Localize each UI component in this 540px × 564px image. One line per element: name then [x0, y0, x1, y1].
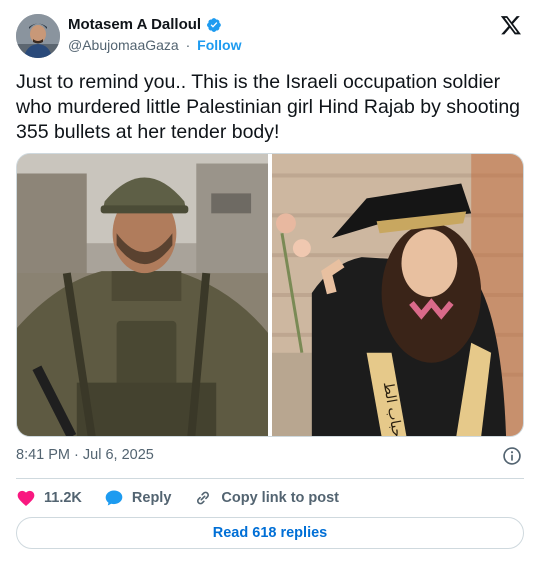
embedded-post-card: Motasem A Dalloul @AbujomaaGaza · Follow…	[0, 0, 540, 564]
girl-photo: أحباب الط	[272, 154, 523, 436]
author-handle[interactable]: @AbujomaaGaza	[68, 37, 179, 53]
follow-button[interactable]: Follow	[197, 37, 241, 53]
reply-button[interactable]: Reply	[104, 488, 172, 508]
like-count: 11.2K	[44, 490, 82, 506]
read-replies-button[interactable]: Read 618 replies	[16, 517, 524, 549]
verified-badge-icon	[207, 17, 221, 32]
info-icon[interactable]	[502, 446, 522, 466]
link-icon	[197, 491, 210, 505]
heart-icon	[17, 490, 35, 506]
avatar[interactable]	[16, 14, 60, 58]
like-button[interactable]: 11.2K	[16, 488, 82, 508]
avatar-image	[16, 14, 60, 58]
reply-bubble-icon	[105, 490, 123, 506]
author-handle-row: @AbujomaaGaza · Follow	[68, 37, 242, 53]
media-grid[interactable]: أحباب الط	[16, 153, 524, 437]
reply-label: Reply	[131, 490, 172, 506]
media-image-girl[interactable]: أحباب الط	[272, 154, 523, 436]
x-logo-icon[interactable]	[500, 14, 522, 36]
divider	[16, 478, 524, 479]
post-timestamp[interactable]: 8:41 PM · Jul 6, 2025	[16, 447, 154, 463]
author-name[interactable]: Motasem A Dalloul	[68, 16, 201, 33]
soldier-photo	[17, 154, 268, 436]
copy-link-label: Copy link to post	[221, 490, 340, 506]
author-name-row: Motasem A Dalloul	[68, 16, 222, 33]
tweet-text: Just to remind you.. This is the Israeli…	[16, 71, 521, 143]
separator-dot: ·	[185, 37, 191, 53]
copy-link-button[interactable]: Copy link to post	[193, 488, 339, 508]
action-bar: 11.2K Reply Copy link to post	[16, 487, 361, 509]
media-image-soldier[interactable]	[17, 154, 268, 436]
